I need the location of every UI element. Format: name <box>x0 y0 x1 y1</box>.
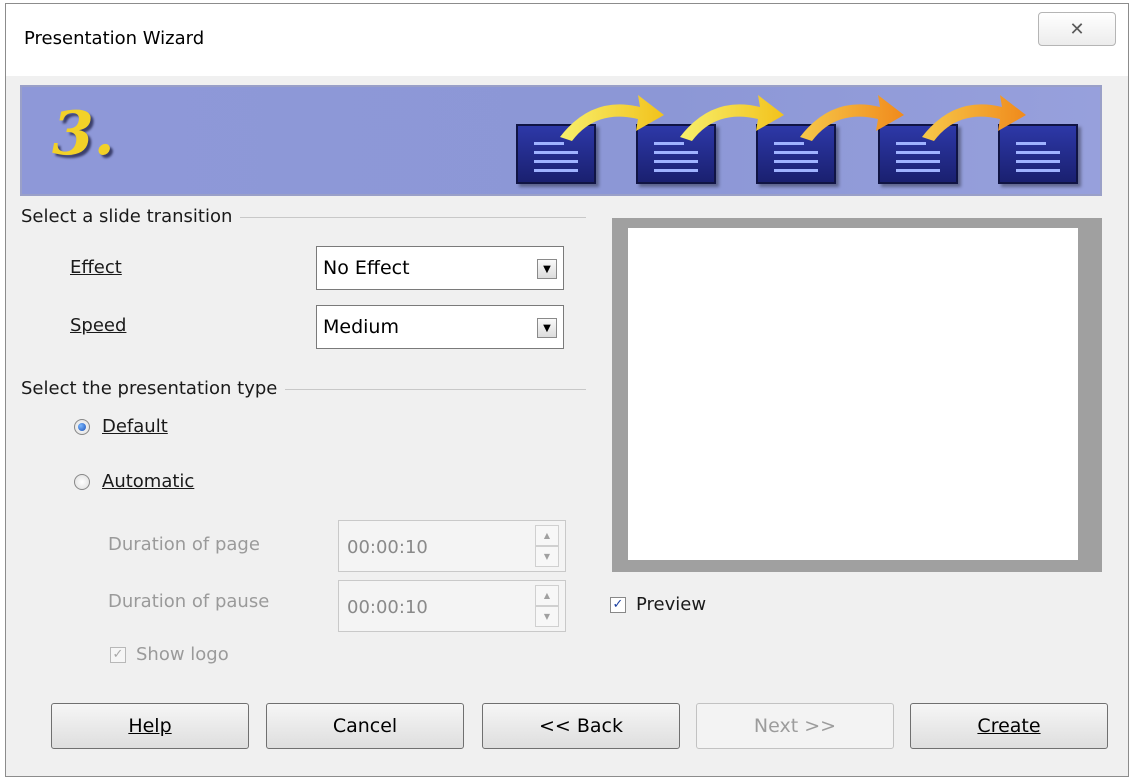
duration-pause-spinner[interactable]: 00:00:10 ▲ ▼ <box>338 580 566 632</box>
radio-default[interactable]: Default <box>74 416 168 437</box>
effect-label: Effect <box>70 257 122 278</box>
effect-dropdown[interactable]: No Effect ▼ <box>316 246 564 290</box>
effect-value: No Effect <box>323 257 410 279</box>
speed-value: Medium <box>323 316 399 338</box>
preview-checkbox[interactable]: ✓ Preview <box>610 594 706 615</box>
preview-frame <box>612 218 1102 572</box>
duration-pause-label: Duration of pause <box>108 591 270 612</box>
speed-label: Speed <box>70 315 127 336</box>
radio-unselected-icon[interactable] <box>74 473 90 490</box>
title-bar: Presentation Wizard ✕ <box>6 4 1128 76</box>
spinner-arrows[interactable]: ▲ ▼ <box>535 525 559 567</box>
spinner-arrows[interactable]: ▲ ▼ <box>535 585 559 627</box>
presentation-type-section-label: Select the presentation type <box>21 378 286 399</box>
step-number: 3. <box>52 99 115 169</box>
duration-page-label: Duration of page <box>108 534 260 555</box>
close-button[interactable]: ✕ <box>1038 12 1116 46</box>
spin-up-icon[interactable]: ▲ <box>535 525 559 546</box>
spin-up-icon[interactable]: ▲ <box>535 585 559 606</box>
show-logo-label: Show logo <box>136 644 229 665</box>
help-button[interactable]: Help <box>51 703 249 749</box>
duration-page-spinner[interactable]: 00:00:10 ▲ ▼ <box>338 520 566 572</box>
wizard-banner: 3. <box>20 85 1102 196</box>
spin-down-icon[interactable]: ▼ <box>535 606 559 627</box>
radio-automatic[interactable]: Automatic <box>74 471 194 492</box>
show-logo-checkbox[interactable]: ✓ Show logo <box>110 644 229 665</box>
checkmark-icon[interactable]: ✓ <box>110 646 126 663</box>
window-title: Presentation Wizard <box>24 28 205 49</box>
cancel-button[interactable]: Cancel <box>266 703 464 749</box>
speed-dropdown[interactable]: Medium ▼ <box>316 305 564 349</box>
duration-pause-value: 00:00:10 <box>347 597 428 618</box>
radio-automatic-label: Automatic <box>102 471 195 492</box>
radio-default-label: Default <box>102 416 168 437</box>
back-button[interactable]: << Back <box>482 703 680 749</box>
preview-area <box>628 228 1078 560</box>
duration-page-value: 00:00:10 <box>347 537 428 558</box>
checkmark-icon[interactable]: ✓ <box>610 596 626 613</box>
presentation-wizard-dialog: Presentation Wizard ✕ 3. Select a slide … <box>5 3 1129 777</box>
radio-selected-icon[interactable] <box>74 418 90 435</box>
create-button[interactable]: Create <box>910 703 1108 749</box>
close-icon: ✕ <box>1069 18 1085 40</box>
step-arrows-icon <box>560 95 1026 141</box>
chevron-down-icon[interactable]: ▼ <box>537 259 557 279</box>
chevron-down-icon[interactable]: ▼ <box>537 318 557 338</box>
next-button[interactable]: Next >> <box>696 703 894 749</box>
spin-down-icon[interactable]: ▼ <box>535 546 559 567</box>
preview-label: Preview <box>636 594 707 615</box>
transition-section-label: Select a slide transition <box>21 206 241 227</box>
